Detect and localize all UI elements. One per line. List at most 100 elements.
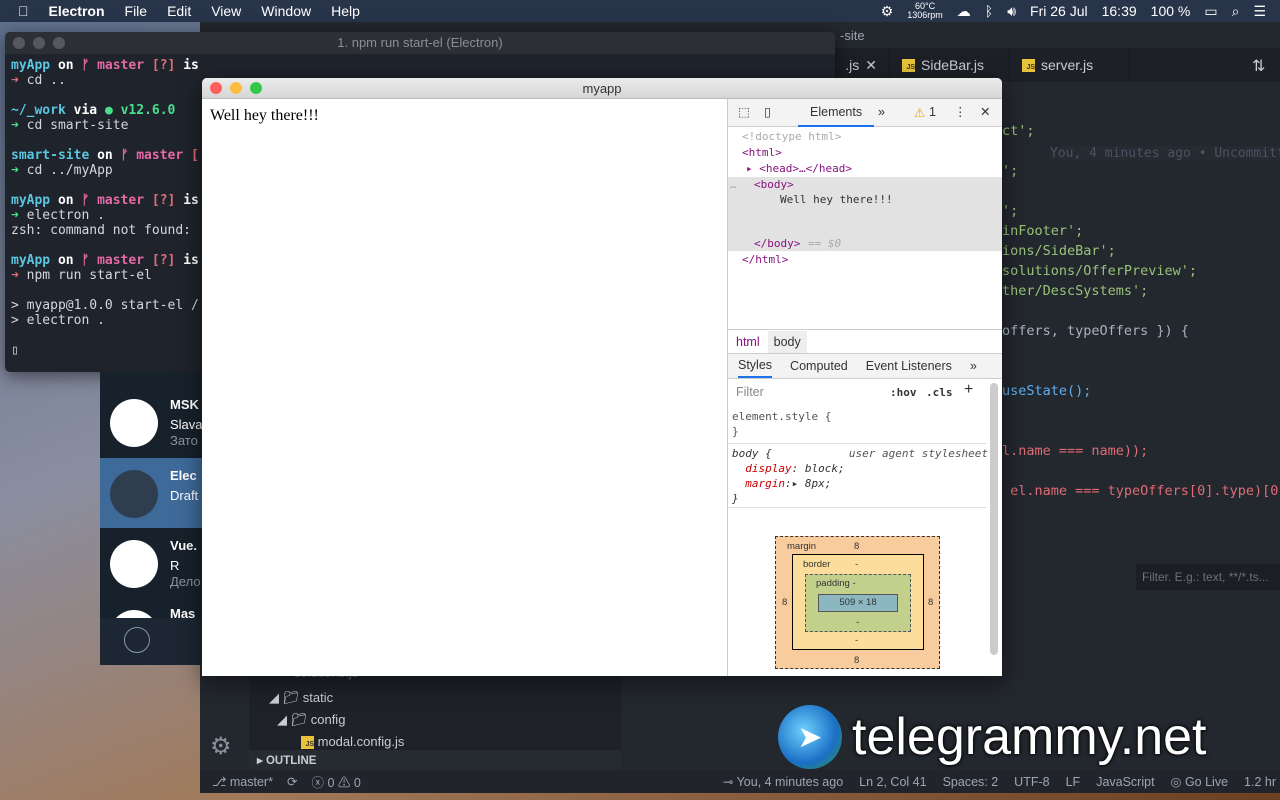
tab-styles[interactable]: Styles <box>738 354 773 378</box>
chat-name: Vue. <box>170 538 197 553</box>
window-controls[interactable] <box>210 82 262 94</box>
chat-preview: Зато <box>170 433 198 448</box>
dom-node[interactable]: <html> <box>742 145 782 161</box>
device-toggle-icon[interactable]: ▯ <box>764 104 771 119</box>
menu-edit[interactable]: Edit <box>167 3 191 19</box>
inspect-icon[interactable]: ⬚ <box>738 104 750 119</box>
code-line[interactable]: inFooter'; <box>1002 223 1083 239</box>
hov-button[interactable]: :hov <box>890 386 917 399</box>
tree-folder-static[interactable]: ◢ 📁︎ static <box>269 690 333 706</box>
css-prop[interactable]: margin <box>745 477 785 490</box>
sync-icon[interactable]: ⟳ <box>287 774 297 789</box>
page-content: Well hey there!!! <box>202 99 727 676</box>
menu-icon[interactable]: ⋮ <box>954 104 967 119</box>
dom-node[interactable]: </html> <box>742 252 788 268</box>
go-live-button[interactable]: ◎ Go Live <box>1171 774 1228 789</box>
tab-computed[interactable]: Computed <box>790 359 848 373</box>
tab-elements[interactable]: Elements <box>798 99 875 127</box>
chat-item[interactable]: MSK Slava Зато <box>100 387 210 457</box>
code-line[interactable]: '; <box>1002 203 1018 219</box>
css-value[interactable]: block; <box>805 462 845 475</box>
cloud-icon[interactable]: ☁ <box>957 3 971 20</box>
dom-node-selected[interactable]: <body> <box>754 177 794 193</box>
window-controls[interactable] <box>13 37 65 49</box>
code-line[interactable]: ct'; <box>1002 123 1035 139</box>
time[interactable]: 16:39 <box>1102 3 1137 19</box>
breadcrumb: html body <box>728 329 1002 353</box>
close-button[interactable] <box>210 82 222 94</box>
dom-node[interactable]: ▸ <head>…</head> <box>746 161 852 177</box>
warning-count: 0 <box>353 776 361 790</box>
js-file-icon: JS <box>902 58 915 72</box>
fan-icon[interactable]: ⚙ <box>881 3 894 20</box>
dom-node[interactable]: <!doctype html> <box>742 129 841 145</box>
scrollbar[interactable] <box>990 383 998 655</box>
apple-icon[interactable]:  <box>18 3 29 19</box>
more-tabs-icon[interactable]: » <box>878 105 885 119</box>
css-value[interactable]: 8px; <box>805 477 832 490</box>
code-line[interactable]: ions/SideBar'; <box>1002 243 1116 259</box>
css-prop[interactable]: display <box>745 462 791 475</box>
menu-app[interactable]: Electron <box>49 3 105 19</box>
add-rule-icon[interactable]: + <box>964 381 973 399</box>
date[interactable]: Fri 26 Jul <box>1030 3 1088 19</box>
crumb-html[interactable]: html <box>728 335 768 349</box>
cursor-position[interactable]: Ln 2, Col 41 <box>859 775 926 789</box>
cls-button[interactable]: .cls <box>926 386 953 399</box>
code-line[interactable]: useState(); <box>1002 383 1091 399</box>
tree-file-modal-config[interactable]: JS modal.config.js <box>301 734 404 749</box>
code-line[interactable]: '; <box>1002 163 1018 179</box>
close-icon[interactable]: ✕ <box>865 57 877 74</box>
profile-icon[interactable] <box>124 627 150 653</box>
dom-tree[interactable]: <!doctype html> <html> ▸ <head>…</head> … <box>728 127 1002 329</box>
tab-event-listeners[interactable]: Event Listeners <box>866 359 952 373</box>
code-line[interactable]: ther/DescSystems'; <box>1002 283 1148 299</box>
search-icon[interactable]: ⌕ <box>1232 3 1240 20</box>
code-line[interactable]: offers, typeOffers }) { <box>1002 323 1189 339</box>
styles-filter-input[interactable]: Filter <box>732 383 878 403</box>
close-devtools-icon[interactable]: ✕ <box>980 104 990 119</box>
more-tabs-icon[interactable]: » <box>970 359 977 373</box>
blame-status[interactable]: ⊸ You, 4 minutes ago <box>723 774 843 789</box>
body-rule-selector[interactable]: body { <box>732 447 772 460</box>
chat-item-selected[interactable]: Elec Draft <box>100 458 210 528</box>
menu-file[interactable]: File <box>125 3 148 19</box>
search-filter-input[interactable]: Filter. E.g.: text, **/*.ts... <box>1136 564 1280 590</box>
time-tracker[interactable]: 1.2 hr <box>1244 775 1276 789</box>
chat-item[interactable]: Mas <box>100 598 210 618</box>
branch-indicator[interactable]: ⎇ master* <box>212 774 273 789</box>
tree-folder-config[interactable]: ◢ 📁︎ config <box>277 712 345 728</box>
problems-indicator[interactable]: ⓧ 0 ⚠ 0 <box>311 772 360 791</box>
code-editor[interactable]: ct'; '; '; inFooter'; ions/SideBar'; solution… <box>1002 22 1280 562</box>
ellipsis-icon[interactable]: … <box>730 177 737 193</box>
chat-item[interactable]: Vue. R Дело <box>100 528 210 598</box>
dom-node[interactable]: </body> <box>754 236 800 252</box>
node-label: <head>…</head> <box>759 162 852 175</box>
code-line[interactable]: el.name === typeOffers[0].type)[0] <box>1002 483 1280 499</box>
gear-icon[interactable]: ⚙ <box>210 732 232 761</box>
indentation[interactable]: Spaces: 2 <box>943 775 999 789</box>
list-icon[interactable]: ☰ <box>1253 3 1266 20</box>
tab-label: .js <box>845 57 860 73</box>
menu-view[interactable]: View <box>211 3 241 19</box>
text-node[interactable]: Well hey there!!! <box>780 192 893 208</box>
line-ending[interactable]: LF <box>1066 775 1081 789</box>
js-file-icon: JS <box>301 736 314 749</box>
menu-help[interactable]: Help <box>331 3 360 19</box>
code-line[interactable]: solutions/OfferPreview'; <box>1002 263 1197 279</box>
tab-sidebar[interactable]: JS SideBar.js <box>890 48 1010 82</box>
warning-icon[interactable]: ⚠ <box>914 105 925 120</box>
code-line[interactable]: l.name === name)); <box>1002 443 1148 459</box>
menu-window[interactable]: Window <box>261 3 311 19</box>
outline-section[interactable]: ▸ OUTLINE <box>249 750 621 770</box>
battery-percent[interactable]: 100 % <box>1151 3 1191 19</box>
encoding[interactable]: UTF-8 <box>1014 775 1049 789</box>
minimize-button[interactable] <box>230 82 242 94</box>
volume-icon[interactable]: 🔊︎ <box>1007 3 1016 20</box>
zoom-button[interactable] <box>250 82 262 94</box>
bluetooth-icon[interactable]: ᛒ <box>985 3 993 19</box>
element-style-rule[interactable]: element.style { <box>732 410 831 423</box>
crumb-body[interactable]: body <box>767 330 807 353</box>
battery-icon[interactable]: ▭ <box>1204 3 1217 20</box>
language-mode[interactable]: JavaScript <box>1096 775 1154 789</box>
